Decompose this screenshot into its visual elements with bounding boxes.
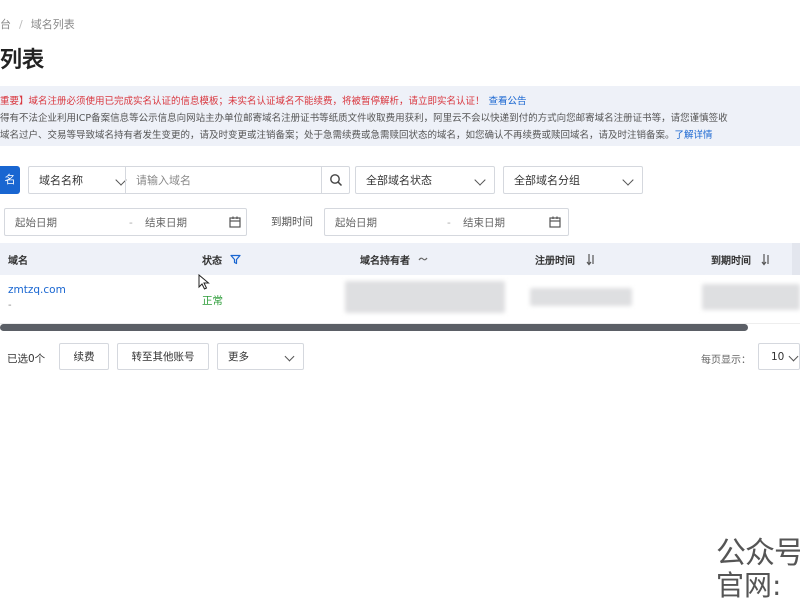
chevron-down-icon xyxy=(622,174,634,186)
table-row: zmtzq.com - 正常 xyxy=(0,275,800,324)
calendar-icon[interactable] xyxy=(549,216,561,228)
sort-icon[interactable] xyxy=(586,253,596,266)
page-title: 列表 xyxy=(0,48,45,73)
domain-group-label: 全部域名分组 xyxy=(514,174,580,187)
watermark-line-2: 官网: xyxy=(716,569,782,602)
notice-line-1: 重要】域名注册必须使用已完成实名认证的信息模板；未实名认证域名不能续费，将被暂停… xyxy=(0,93,527,107)
notice-line-3: 域名过户、交易等导致域名持有者发生变更的，请及时变更或注销备案；处于急需续费或急… xyxy=(0,127,713,141)
register-domain-button[interactable]: 名 xyxy=(0,166,20,194)
more-actions-label: 更多 xyxy=(228,351,249,363)
chevron-down-icon xyxy=(284,351,295,362)
breadcrumb-separator: / xyxy=(19,18,23,31)
expire-date-range[interactable]: 起始日期 - 结束日期 xyxy=(324,208,569,236)
search-placeholder: 请输入域名 xyxy=(136,174,191,187)
expire-start-date[interactable]: 起始日期 xyxy=(335,209,377,237)
domain-group-select[interactable]: 全部域名分组 xyxy=(503,166,643,194)
search-button[interactable] xyxy=(321,167,350,193)
register-time-blurred xyxy=(530,288,632,306)
domain-status-label: 全部域名状态 xyxy=(366,174,432,187)
notice-warning-text: 重要】域名注册必须使用已完成实名认证的信息模板；未实名认证域名不能续费，将被暂停… xyxy=(0,96,485,107)
page-size-label: 每页显示： xyxy=(701,355,751,366)
date-range-separator: - xyxy=(129,217,133,229)
calendar-icon[interactable] xyxy=(229,216,241,228)
search-group: 域名名称 请输入域名 xyxy=(28,166,350,194)
column-status: 状态 xyxy=(202,256,222,267)
status-badge: 正常 xyxy=(202,295,223,307)
expire-time-blurred xyxy=(702,284,800,310)
breadcrumb-parent[interactable]: 台 xyxy=(0,18,11,31)
sticky-column-shadow xyxy=(792,243,800,275)
watermark: 公众号 官网: xyxy=(704,526,800,602)
register-start-date[interactable]: 起始日期 xyxy=(15,209,57,237)
chevron-down-icon xyxy=(788,351,799,362)
search-type-select[interactable]: 域名名称 xyxy=(29,167,135,193)
register-date-range[interactable]: 起始日期 - 结束日期 xyxy=(4,208,247,236)
page-size-select[interactable]: 10 xyxy=(758,343,800,370)
domain-link[interactable]: zmtzq.com xyxy=(8,284,66,296)
notice-banner: 重要】域名注册必须使用已完成实名认证的信息模板；未实名认证域名不能续费，将被暂停… xyxy=(0,86,800,146)
holder-blurred xyxy=(345,281,505,313)
expire-time-label: 到期时间 xyxy=(271,216,313,228)
search-input[interactable]: 请输入域名 xyxy=(125,167,320,193)
column-expire-time: 到期时间 xyxy=(711,256,751,267)
sort-icon[interactable] xyxy=(761,253,771,266)
filter-icon[interactable] xyxy=(230,254,241,265)
column-holder: 域名持有者 xyxy=(360,256,410,267)
domain-remark: - xyxy=(8,300,12,311)
notice-line-3-text: 域名过户、交易等导致域名持有者发生变更的，请及时变更或注销备案；处于急需续费或急… xyxy=(0,130,675,141)
table-header: 域名 状态 域名持有者 注册时间 到期时间 xyxy=(0,243,800,275)
selected-count: 已选0个 xyxy=(7,353,46,365)
holder-info-icon[interactable] xyxy=(418,255,428,263)
date-range-separator: - xyxy=(447,217,451,229)
column-register-time: 注册时间 xyxy=(535,256,575,267)
notice-line-2: 得有不法企业利用ICP备案信息等公示信息向网站主办单位邮寄域名注册证书等纸质文件… xyxy=(0,113,728,124)
page-size-value: 10 xyxy=(771,351,785,363)
learn-more-link[interactable]: 了解详情 xyxy=(675,130,713,141)
breadcrumb-current: 域名列表 xyxy=(30,18,75,31)
more-actions-select[interactable]: 更多 xyxy=(217,343,304,370)
transfer-account-button[interactable]: 转至其他账号 xyxy=(117,343,209,370)
view-announcement-link[interactable]: 查看公告 xyxy=(489,96,527,107)
search-icon xyxy=(330,174,343,187)
cursor-icon xyxy=(198,274,210,290)
horizontal-scrollbar[interactable] xyxy=(0,324,748,331)
register-end-date[interactable]: 结束日期 xyxy=(145,209,187,237)
search-type-label: 域名名称 xyxy=(39,174,83,187)
expire-end-date[interactable]: 结束日期 xyxy=(463,209,505,237)
breadcrumb: 台 / 域名列表 xyxy=(0,16,75,32)
renew-button[interactable]: 续费 xyxy=(59,343,109,370)
domain-status-select[interactable]: 全部域名状态 xyxy=(355,166,495,194)
column-domain: 域名 xyxy=(8,256,28,267)
chevron-down-icon xyxy=(474,174,486,186)
